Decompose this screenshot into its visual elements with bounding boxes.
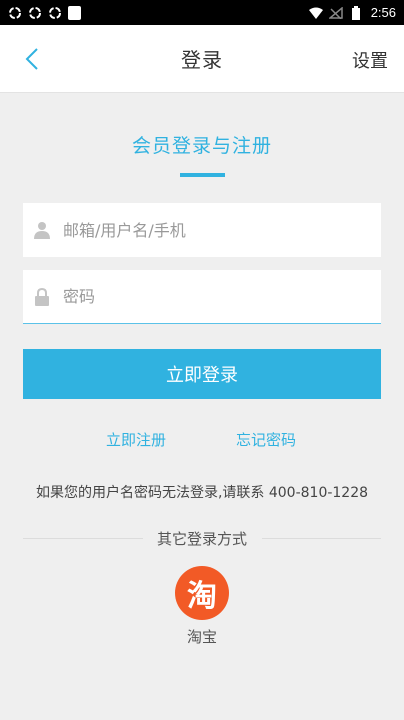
help-text: 如果您的用户名密码无法登录,请联系 400-810-1228 [35,485,369,501]
status-bar: 2:56 [0,0,404,25]
username-input[interactable] [61,203,381,257]
sync-icon [48,6,62,20]
login-button[interactable]: 立即登录 [23,349,381,399]
password-input[interactable] [61,269,381,324]
register-link[interactable]: 立即注册 [106,429,166,450]
sync-icon [8,6,22,20]
sync-icon [28,6,42,20]
lock-icon [23,270,61,324]
taobao-login-button[interactable]: 淘 [175,566,229,620]
username-field[interactable] [23,203,381,257]
no-signal-icon [328,6,343,20]
taobao-logo-icon: 淘 [187,579,217,614]
section-underline [180,173,225,177]
user-icon [23,203,61,257]
wifi-icon [308,6,323,20]
taobao-label: 淘宝 [186,628,217,646]
notification-square-icon [68,5,81,20]
section-title: 会员登录与注册 [131,135,272,157]
battery-icon [349,5,363,20]
header: 登录 设置 [0,25,404,93]
status-bar-left [8,5,81,20]
status-bar-right: 2:56 [308,5,396,20]
status-time: 2:56 [370,5,396,20]
password-field[interactable] [23,269,381,324]
settings-button[interactable]: 设置 [352,47,388,73]
chevron-left-icon [25,48,38,70]
forgot-password-link[interactable]: 忘记密码 [236,429,296,450]
back-button[interactable] [16,43,48,75]
page-title: 登录 [181,48,223,72]
divider-right [262,538,381,539]
